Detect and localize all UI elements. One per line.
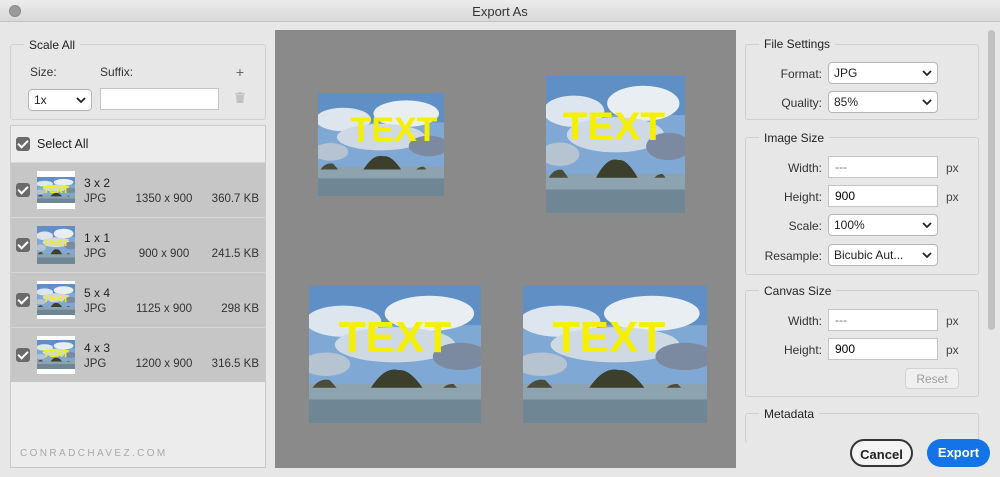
canvas-width-input[interactable] [828,309,938,331]
asset-name: 5 x 4 [84,286,111,300]
image-size-legend: Image Size [759,131,830,145]
svg-text:TEXT: TEXT [43,238,69,249]
asset-file-size: 298 KB [221,303,259,315]
image-height-label: Height: [783,190,822,204]
preview-overlay-text: TEXT [351,111,438,149]
select-all-checkbox[interactable] [16,137,30,151]
scale-label: Scale: [788,219,822,233]
window-title: Export As [472,4,528,19]
asset-row[interactable]: TEXT 5 x 4 JPG 1125 x 900 298 KB [11,272,265,327]
select-all-label: Select All [37,137,89,151]
size-select-value: 1x [34,93,47,107]
asset-thumbnail: TEXT [37,171,75,209]
preview-image-5x4: TEXT [309,286,481,423]
suffix-label: Suffix: [100,65,134,79]
quality-select[interactable]: 85% [828,91,938,113]
resample-label: Resample: [764,249,822,263]
asset-checkbox[interactable] [16,348,30,362]
preview-image-1x1: TEXT [546,76,685,213]
scale-select-value: 100% [834,218,865,232]
select-all-row[interactable]: Select All [11,126,265,162]
canvas-width-unit: px [946,314,959,328]
reset-button[interactable]: Reset [905,368,959,389]
suffix-input[interactable] [100,88,219,110]
asset-dimensions: 1125 x 900 [135,303,193,315]
preview-overlay-text: TEXT [339,313,452,362]
metadata-legend: Metadata [759,407,820,421]
image-height-unit: px [946,190,959,204]
quality-select-value: 85% [834,95,859,109]
format-select[interactable]: JPG [828,62,938,84]
image-width-input[interactable] [828,156,938,178]
settings-scrollbar[interactable] [986,30,996,430]
scrollbar-thumb[interactable] [988,30,995,330]
canvas-height-unit: px [946,343,959,357]
asset-file-size: 241.5 KB [211,248,259,260]
asset-format: JPG [84,358,107,370]
preview-area: TEXT TEXT TEXT TEXT [275,30,736,468]
scale-all-legend: Scale All [24,38,81,52]
export-button[interactable]: Export [927,439,990,467]
preview-overlay-text: TEXT [563,105,665,149]
chevron-down-icon [922,99,932,106]
canvas-size-legend: Canvas Size [759,284,837,298]
asset-name: 3 x 2 [84,176,111,190]
chevron-down-icon [922,252,932,259]
format-label: Format: [780,67,822,81]
asset-checkbox[interactable] [16,238,30,252]
size-select[interactable]: 1x [28,89,92,111]
quality-label: Quality: [781,96,822,110]
asset-name: 4 x 3 [84,341,111,355]
trash-icon[interactable] [235,92,245,103]
canvas-width-label: Width: [787,314,822,328]
asset-list: Select All TEXT 3 x 2 JPG 1350 x 900 360… [10,125,266,468]
file-settings-legend: File Settings [759,37,836,51]
preview-image-4x3: TEXT [523,286,707,423]
cancel-button[interactable]: Cancel [850,439,913,467]
asset-name: 1 x 1 [84,231,111,245]
chevron-down-icon [922,222,932,229]
asset-checkbox[interactable] [16,293,30,307]
resample-select[interactable]: Bicubic Aut... [828,244,938,266]
scale-select[interactable]: 100% [828,214,938,236]
asset-format: JPG [84,248,107,260]
asset-dimensions: 1350 x 900 [135,193,193,205]
asset-thumbnail: TEXT [37,336,75,374]
asset-thumbnail: TEXT [37,226,75,264]
preview-image-3x2: TEXT [318,93,444,196]
asset-row[interactable]: TEXT 4 x 3 JPG 1200 x 900 316.5 KB [11,327,265,382]
canvas-height-input[interactable] [828,338,938,360]
image-width-unit: px [946,161,959,175]
asset-format: JPG [84,193,107,205]
image-width-label: Width: [787,161,822,175]
preview-overlay-text: TEXT [553,313,666,362]
image-height-input[interactable] [828,185,938,207]
chevron-down-icon [76,97,86,104]
svg-text:TEXT: TEXT [43,294,69,305]
asset-row[interactable]: TEXT 3 x 2 JPG 1350 x 900 360.7 KB [11,162,265,217]
asset-row[interactable]: TEXT 1 x 1 JPG 900 x 900 241.5 KB [11,217,265,272]
asset-file-size: 316.5 KB [211,358,259,370]
chevron-down-icon [922,70,932,77]
canvas-height-label: Height: [783,343,822,357]
asset-file-size: 360.7 KB [211,193,259,205]
svg-text:TEXT: TEXT [43,185,69,196]
title-bar: Export As [0,0,1000,22]
watermark: CONRADCHAVEZ.COM [20,448,168,459]
asset-dimensions: 1200 x 900 [135,358,193,370]
resample-select-value: Bicubic Aut... [834,248,904,262]
asset-dimensions: 900 x 900 [138,248,190,260]
format-select-value: JPG [834,66,858,80]
asset-format: JPG [84,303,107,315]
asset-checkbox[interactable] [16,183,30,197]
asset-thumbnail: TEXT [37,281,75,319]
size-label: Size: [30,65,57,79]
add-scale-button[interactable]: + [234,64,246,80]
svg-text:TEXT: TEXT [43,349,69,360]
